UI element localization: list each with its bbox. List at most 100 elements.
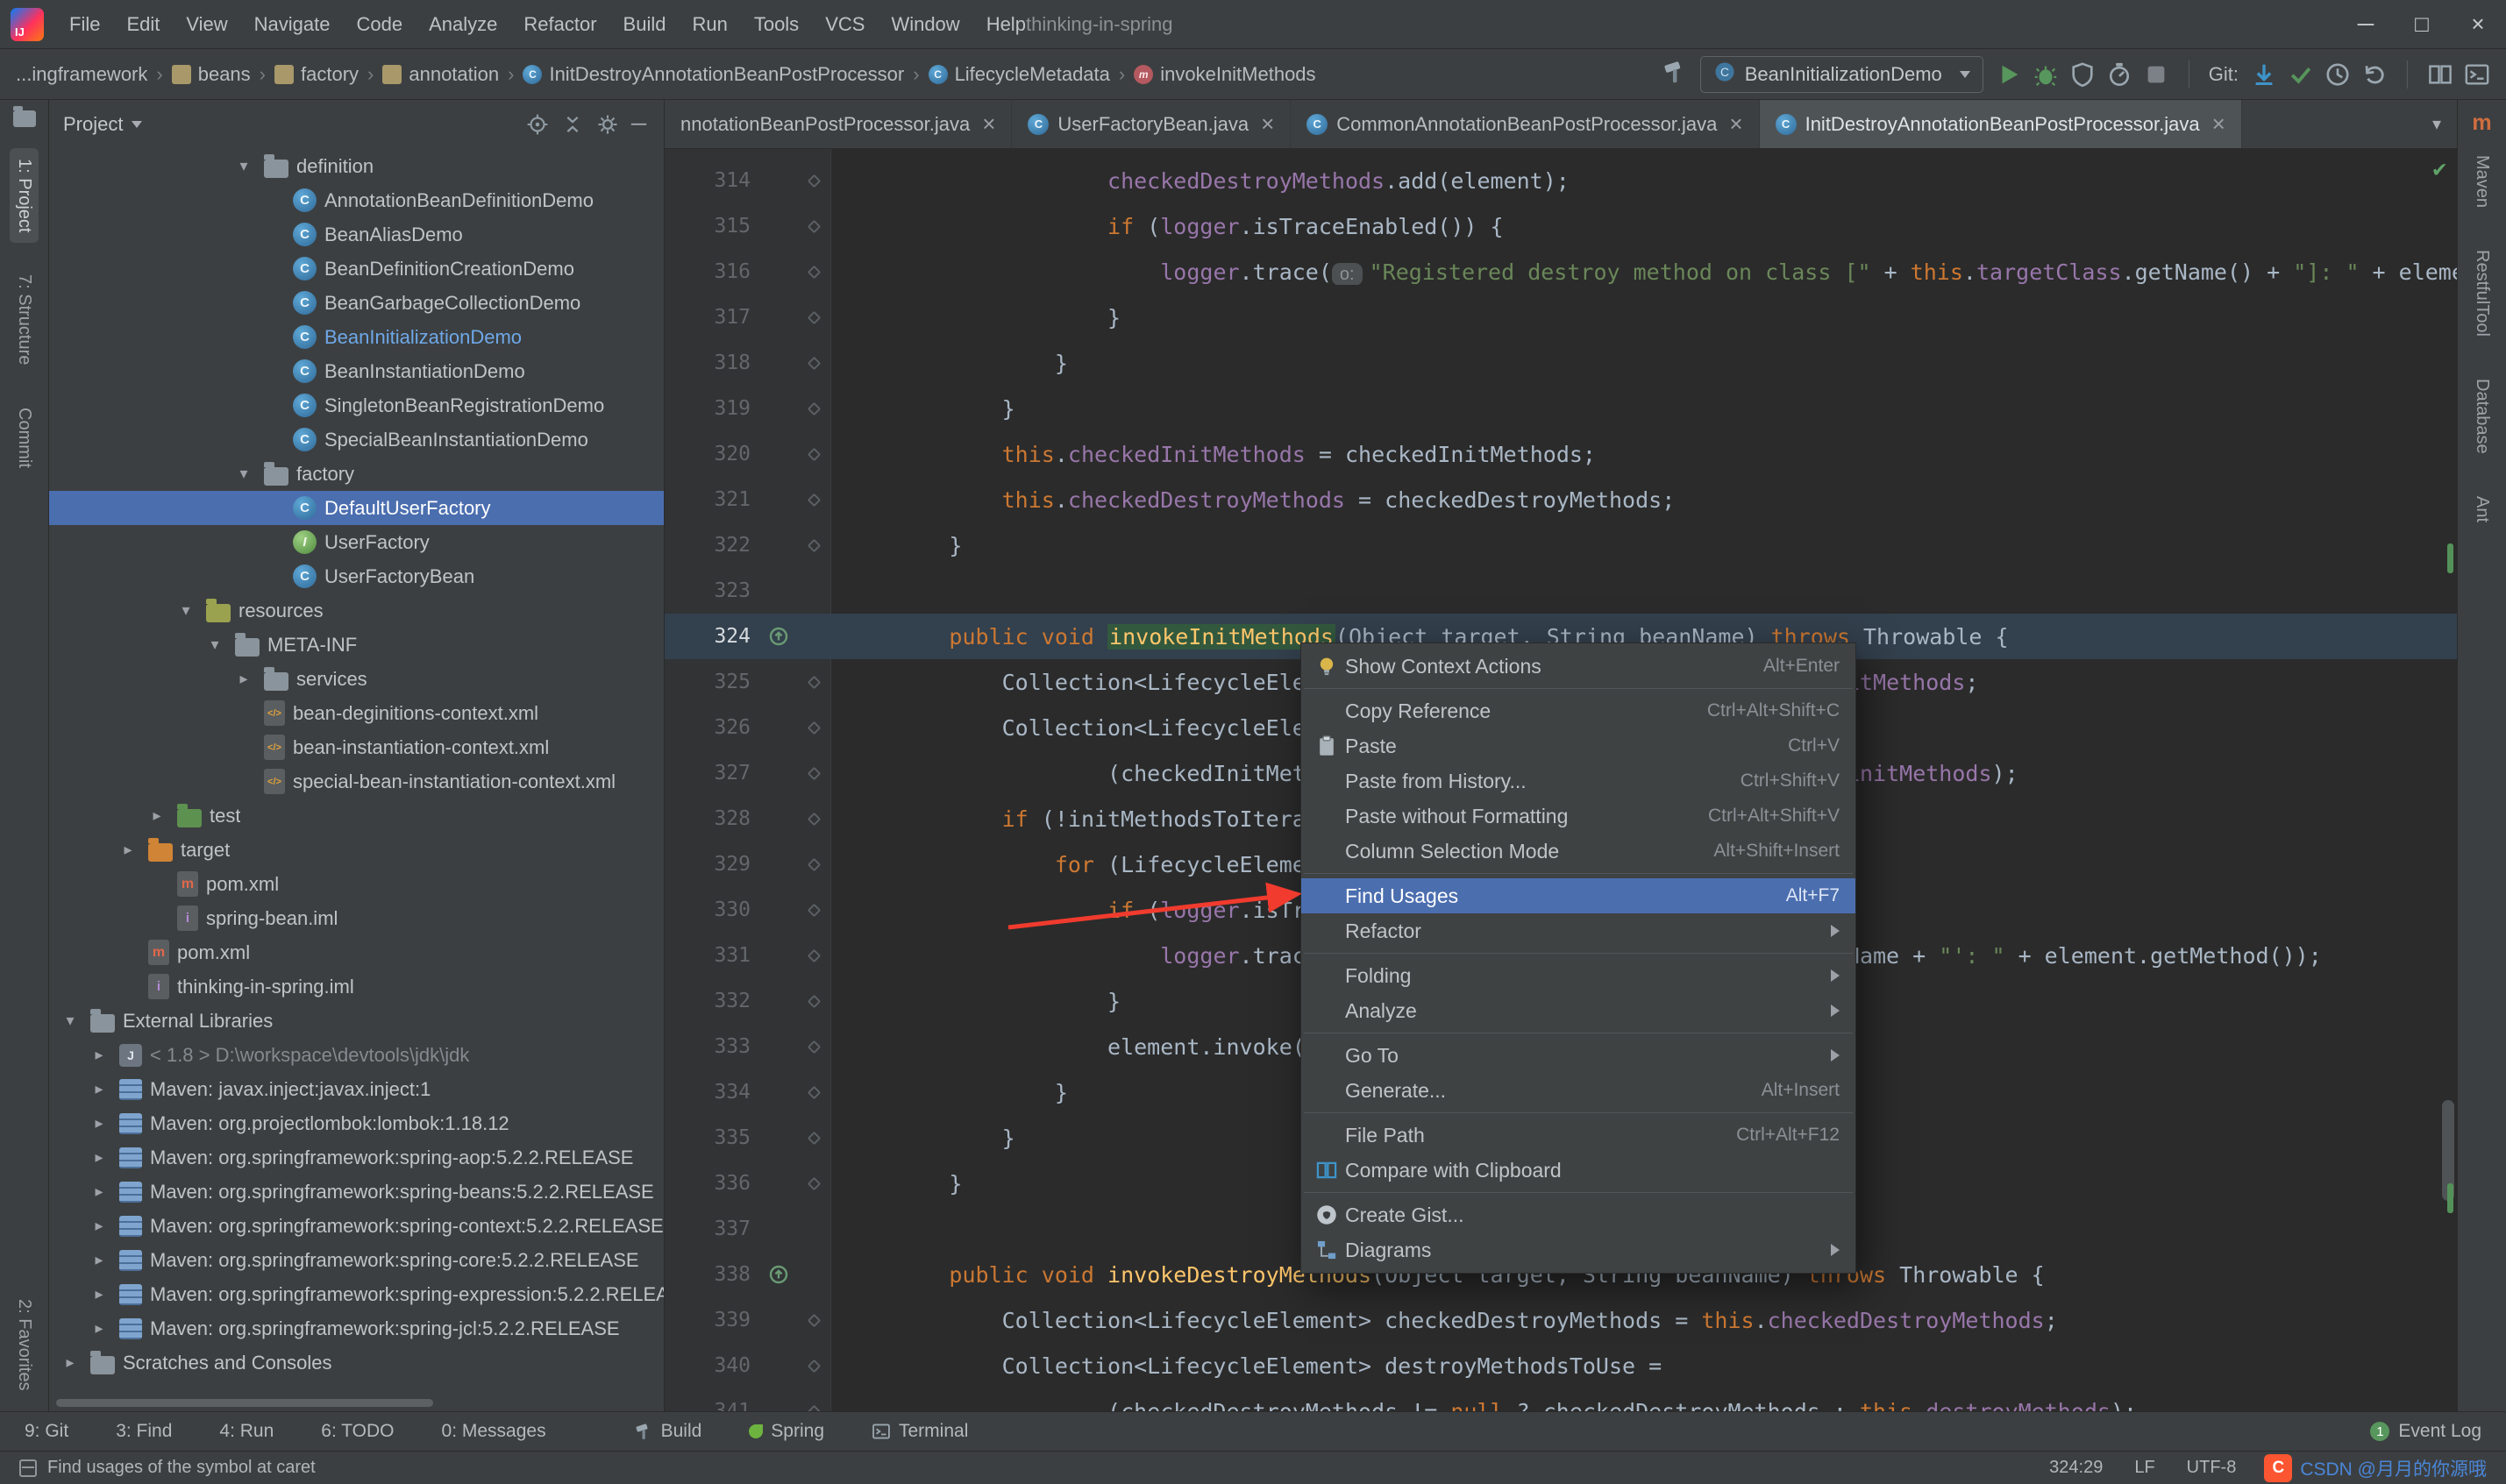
fold-marker-icon[interactable]	[796, 860, 831, 870]
chevron-right-icon[interactable]: ▸	[87, 1251, 111, 1269]
tree-item-1-8-d-workspace-devtools-jdk-jdk[interactable]: ▸J< 1.8 > D:\workspace\devtools\jdk\jdk	[49, 1038, 664, 1072]
tree-item-maven-javax-inject-javax-inject-1[interactable]: ▸Maven: javax.inject:javax.inject:1	[49, 1072, 664, 1106]
code-line-316[interactable]: 316 logger.trace(o:"Registered destroy m…	[665, 249, 2457, 295]
close-icon[interactable]: ×	[2450, 0, 2506, 49]
inspection-ok-icon[interactable]: ✔	[2432, 156, 2446, 182]
tree-item-meta-inf[interactable]: ▾META-INF	[49, 628, 664, 662]
tree-item-target[interactable]: ▸target	[49, 833, 664, 867]
tool-button-spring[interactable]: Spring	[749, 1421, 824, 1442]
fold-marker-icon[interactable]	[796, 769, 831, 778]
code-line-341[interactable]: 341 (checkedDestroyMethods != null ? che…	[665, 1388, 2457, 1411]
tree-item-pom-xml[interactable]: mpom.xml	[49, 867, 664, 901]
stop-icon[interactable]	[2143, 61, 2169, 88]
menu-code[interactable]: Code	[344, 6, 416, 43]
collapse-icon[interactable]	[561, 113, 584, 136]
tree-item-userfactorybean[interactable]: CUserFactoryBean	[49, 559, 664, 593]
tool-button-database[interactable]: Database	[2467, 368, 2496, 465]
tree-item-definition[interactable]: ▾definition	[49, 149, 664, 183]
caret-position[interactable]: 324:29	[2049, 1458, 2103, 1478]
tree-item-userfactory[interactable]: IUserFactory	[49, 525, 664, 559]
fold-marker-icon[interactable]	[796, 359, 831, 368]
tool-button-maven[interactable]: Maven	[2467, 145, 2496, 218]
tool-button-7-structure[interactable]: 7: Structure	[10, 264, 39, 375]
code-line-317[interactable]: 317 }	[665, 295, 2457, 340]
tree-item-beaninstantiationdemo[interactable]: CBeanInstantiationDemo	[49, 354, 664, 388]
code-line-314[interactable]: 314 checkedDestroyMethods.add(element);	[665, 158, 2457, 203]
chevron-right-icon[interactable]: ▸	[87, 1046, 111, 1064]
fold-marker-icon[interactable]	[796, 404, 831, 414]
tree-item-resources[interactable]: ▾resources	[49, 593, 664, 628]
tree-item-annotationbeandefinitiondemo[interactable]: CAnnotationBeanDefinitionDemo	[49, 183, 664, 217]
context-menu-item-find-usages[interactable]: Find UsagesAlt+F7	[1301, 878, 1855, 913]
horizontal-scrollbar[interactable]	[56, 1399, 433, 1407]
fold-marker-icon[interactable]	[796, 313, 831, 323]
tree-item-defaultuserfactory[interactable]: CDefaultUserFactory	[49, 491, 664, 525]
status-window-icon[interactable]	[19, 1459, 37, 1477]
menu-view[interactable]: View	[173, 6, 240, 43]
menu-edit[interactable]: Edit	[113, 6, 173, 43]
close-icon[interactable]: ×	[1729, 110, 1742, 138]
breadcrumb-item-annotation[interactable]: annotation	[382, 63, 499, 86]
chevron-right-icon[interactable]: ▸	[145, 806, 169, 825]
tree-item-pom-xml[interactable]: mpom.xml	[49, 935, 664, 969]
tree-item-thinking-in-spring-iml[interactable]: ithinking-in-spring.iml	[49, 969, 664, 1004]
code-line-319[interactable]: 319 }	[665, 386, 2457, 431]
menu-tools[interactable]: Tools	[741, 6, 812, 43]
code-line-318[interactable]: 318 }	[665, 340, 2457, 386]
code-line-339[interactable]: 339 Collection<LifecycleElement> checked…	[665, 1297, 2457, 1343]
file-encoding[interactable]: UTF-8	[2187, 1458, 2237, 1478]
chevron-down-icon[interactable]: ▾	[231, 157, 256, 175]
history-icon[interactable]	[2324, 61, 2351, 88]
tab-nnotationbeanpostprocessor-java[interactable]: nnotationBeanPostProcessor.java×	[665, 100, 1012, 148]
project-panel-title[interactable]: Project	[63, 113, 123, 136]
fold-marker-icon[interactable]	[796, 997, 831, 1006]
fold-marker-icon[interactable]	[796, 267, 831, 277]
tree-item-external-libraries[interactable]: ▾External Libraries	[49, 1004, 664, 1038]
maximize-icon[interactable]: □	[2394, 0, 2450, 49]
context-menu-item-paste[interactable]: PasteCtrl+V	[1301, 728, 1855, 763]
tool-button-9-git[interactable]: 9: Git	[25, 1421, 68, 1442]
fold-marker-icon[interactable]	[796, 495, 831, 505]
tree-item-test[interactable]: ▸test	[49, 799, 664, 833]
hammer-icon[interactable]	[1662, 59, 1688, 85]
tool-button-build[interactable]: Build	[634, 1421, 702, 1442]
tree-item-singletonbeanregistrationdemo[interactable]: CSingletonBeanRegistrationDemo	[49, 388, 664, 422]
maven-icon[interactable]: m	[2472, 110, 2491, 136]
run-config-select[interactable]: C BeanInitializationDemo	[1700, 56, 1983, 93]
tool-button-2-favorites[interactable]: 2: Favorites	[10, 1289, 39, 1401]
menu-refactor[interactable]: Refactor	[510, 6, 609, 43]
tree-item-maven-org-springframework-spring-aop-5-2-2-relea[interactable]: ▸Maven: org.springframework:spring-aop:5…	[49, 1140, 664, 1175]
tool-button-4-run[interactable]: 4: Run	[219, 1421, 274, 1442]
fold-marker-icon[interactable]	[796, 1042, 831, 1052]
update-icon[interactable]	[2251, 61, 2277, 88]
project-tool-icon[interactable]	[13, 110, 36, 127]
code-line-340[interactable]: 340 Collection<LifecycleElement> destroy…	[665, 1343, 2457, 1388]
breadcrumb-item-lifecyclemetadata[interactable]: CLifecycleMetadata	[929, 63, 1110, 86]
close-icon[interactable]: ×	[982, 110, 995, 138]
tree-item-scratches-and-consoles[interactable]: ▸Scratches and Consoles	[49, 1346, 664, 1380]
override-icon[interactable]	[768, 626, 789, 647]
fold-marker-icon[interactable]	[796, 1316, 831, 1325]
compare-icon[interactable]	[2427, 61, 2453, 88]
chevron-right-icon[interactable]: ▸	[87, 1319, 111, 1338]
menu-window[interactable]: Window	[878, 6, 972, 43]
chevron-right-icon[interactable]: ▸	[231, 670, 256, 688]
tree-item-beangarbagecollectiondemo[interactable]: CBeanGarbageCollectionDemo	[49, 286, 664, 320]
tree-item-specialbeaninstantiationdemo[interactable]: CSpecialBeanInstantiationDemo	[49, 422, 664, 457]
tool-button-6-todo[interactable]: 6: TODO	[321, 1421, 394, 1442]
override-gutter-icon[interactable]	[761, 1264, 796, 1285]
tree-item-maven-org-springframework-spring-context-5-2-2-r[interactable]: ▸Maven: org.springframework:spring-conte…	[49, 1209, 664, 1243]
chevron-down-icon[interactable]: ▾	[58, 1012, 82, 1030]
context-menu-item-create-gist[interactable]: Create Gist...	[1301, 1197, 1855, 1232]
context-menu-item-folding[interactable]: Folding	[1301, 958, 1855, 993]
code-line-322[interactable]: 322 }	[665, 522, 2457, 568]
fold-marker-icon[interactable]	[796, 1179, 831, 1189]
hide-panel-icon[interactable]: ─	[628, 112, 650, 137]
context-menu-item-paste-from-history[interactable]: Paste from History...Ctrl+Shift+V	[1301, 763, 1855, 799]
fold-marker-icon[interactable]	[796, 450, 831, 459]
profiler-icon[interactable]	[2106, 61, 2132, 88]
menu-analyze[interactable]: Analyze	[416, 6, 510, 43]
menu-run[interactable]: Run	[679, 6, 740, 43]
context-menu-item-show-context-actions[interactable]: Show Context ActionsAlt+Enter	[1301, 649, 1855, 684]
tab-initdestroyannotationbeanpostprocessor-java[interactable]: CInitDestroyAnnotationBeanPostProcessor.…	[1760, 100, 2242, 148]
